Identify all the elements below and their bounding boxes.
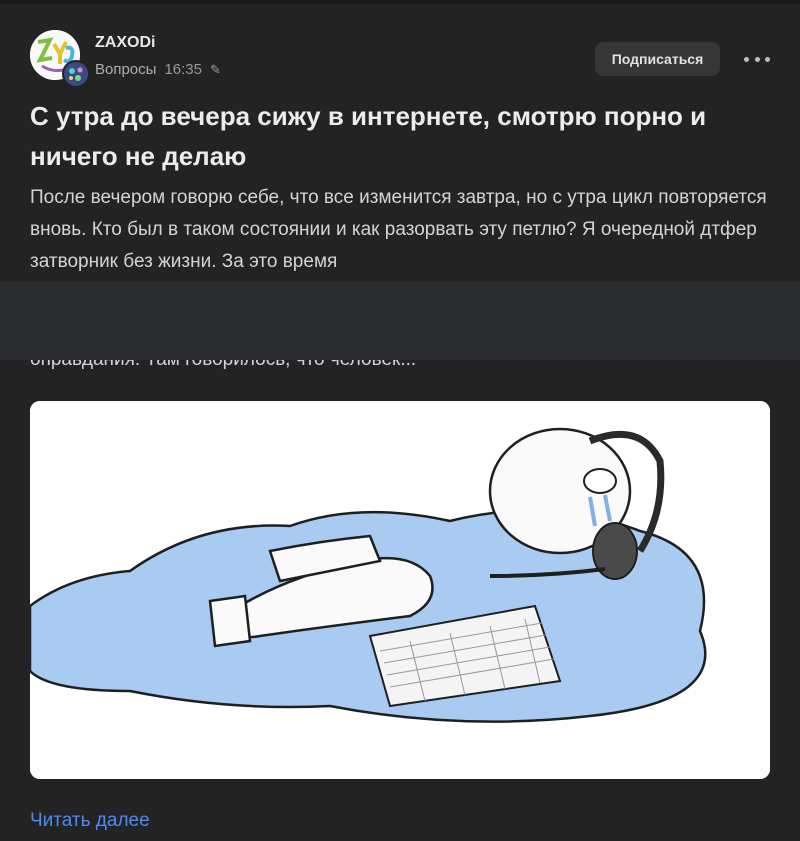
post-meta: Вопросы 16:35 ✎	[95, 61, 221, 78]
more-horizontal-icon[interactable]	[744, 48, 770, 70]
post-time: 16:35	[164, 61, 202, 78]
subscribe-button[interactable]: Подписаться	[595, 42, 720, 76]
category-link[interactable]: Вопросы	[95, 61, 156, 78]
post-card: ZAXODi Вопросы 16:35 ✎ Подписаться С утра …	[0, 4, 800, 841]
post-title[interactable]: С утра до вечера сижу в интернете, смотр…	[30, 96, 770, 176]
post-header: ZAXODi Вопросы 16:35 ✎ Подписаться	[30, 30, 770, 88]
author-name[interactable]: ZAXODi	[95, 34, 155, 52]
community-avatar[interactable]	[62, 60, 90, 88]
post-text: После вечером говорю себе, что все измен…	[30, 187, 767, 272]
pencil-icon: ✎	[209, 62, 221, 77]
post-image[interactable]	[30, 401, 770, 779]
read-more-link[interactable]: Читать далее	[30, 810, 150, 832]
overlay-bar	[0, 282, 800, 360]
